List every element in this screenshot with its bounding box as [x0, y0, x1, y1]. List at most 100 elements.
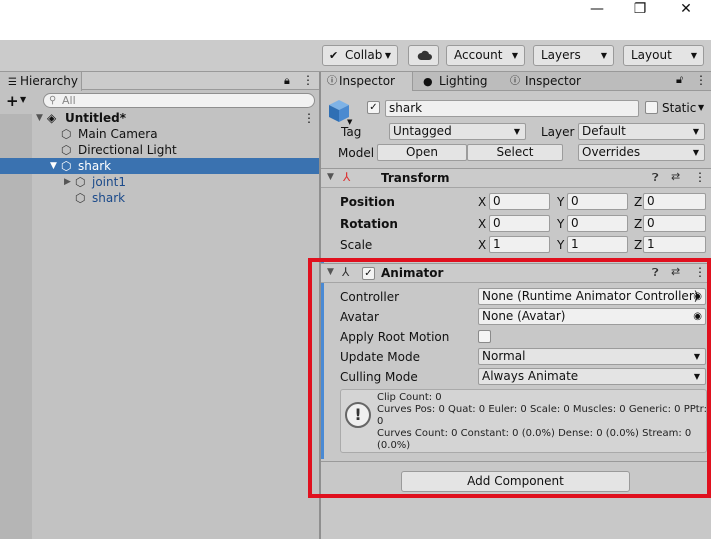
- axis-y-label[interactable]: Y: [557, 237, 564, 253]
- item-label: shark: [78, 159, 112, 173]
- position-z-field[interactable]: 0: [643, 193, 706, 210]
- close-icon[interactable]: ✕: [663, 0, 709, 20]
- more-menu-icon[interactable]: ⋮: [302, 73, 314, 87]
- preset-icon[interactable]: ⇄: [671, 170, 680, 183]
- collapse-arrow-icon[interactable]: ▶: [64, 174, 71, 190]
- rotation-label: Rotation: [340, 217, 398, 231]
- hierarchy-search-input[interactable]: ⚲ All: [43, 93, 315, 108]
- restore-icon[interactable]: ❐: [617, 0, 663, 20]
- axis-x-label[interactable]: X: [478, 194, 486, 210]
- rotation-y-field[interactable]: 0: [567, 215, 628, 232]
- position-x-field[interactable]: 0: [489, 193, 550, 210]
- tab-label: Inspector: [339, 74, 395, 88]
- list-item[interactable]: ⬡ Main Camera: [0, 126, 319, 142]
- expand-arrow-icon[interactable]: ▼: [50, 158, 57, 174]
- scene-name: Untitled*: [65, 111, 126, 125]
- chevron-down-icon: ▼: [600, 51, 607, 60]
- list-item-selected[interactable]: ▼ ⬡ shark: [0, 158, 319, 174]
- scene-menu-icon[interactable]: ⋮: [303, 110, 315, 126]
- more-menu-icon[interactable]: ⋮: [695, 73, 707, 87]
- axis-z-label[interactable]: Z: [634, 237, 642, 253]
- cloud-button[interactable]: [408, 45, 439, 66]
- item-label: joint1: [92, 175, 126, 189]
- tag-label: Tag: [341, 125, 362, 139]
- model-label: Model: [338, 146, 375, 160]
- axis-x-label[interactable]: X: [478, 237, 486, 253]
- scale-x-field[interactable]: 1: [489, 236, 550, 253]
- axis-y-label[interactable]: Y: [557, 194, 564, 210]
- inspector-tab-bar: ⓘ Inspector ● Lighting ⓘ Inspector 🔓︎ ⋮: [321, 72, 711, 91]
- account-label: Account: [454, 48, 503, 62]
- tab-lighting[interactable]: ● Lighting: [421, 72, 511, 91]
- tag-value: Untagged: [393, 124, 452, 138]
- expand-arrow-icon[interactable]: ▼: [327, 172, 334, 182]
- rotation-z-field[interactable]: 0: [643, 215, 706, 232]
- axis-z-label[interactable]: Z: [634, 194, 642, 210]
- lock-icon[interactable]: 🔓︎: [676, 73, 683, 87]
- chevron-down-icon: ▼: [692, 148, 699, 157]
- tab-hierarchy[interactable]: ☰ Hierarchy: [0, 72, 82, 91]
- item-label: Directional Light: [78, 143, 177, 157]
- layout-dropdown[interactable]: Layout ▼: [623, 45, 704, 66]
- tab-inspector[interactable]: ⓘ Inspector: [321, 72, 413, 91]
- tab-inspector-2[interactable]: ⓘ Inspector: [507, 72, 597, 91]
- position-y-field[interactable]: 0: [567, 193, 628, 210]
- chevron-down-icon[interactable]: ▼: [20, 95, 26, 104]
- tab-label: Inspector: [525, 74, 581, 88]
- static-label[interactable]: Static: [662, 100, 696, 116]
- scene-row[interactable]: ▼ ◈ Untitled* ⋮: [0, 110, 319, 126]
- expand-arrow-icon[interactable]: ▼: [36, 110, 43, 126]
- axis-z-label[interactable]: Z: [634, 216, 642, 232]
- layer-dropdown[interactable]: Default ▼: [578, 123, 705, 140]
- item-label: shark: [92, 191, 126, 205]
- select-button[interactable]: Select: [467, 144, 563, 161]
- collab-button[interactable]: ✔ Collab ▼: [322, 45, 398, 66]
- scale-label: Scale: [340, 238, 373, 252]
- prefab-icon: ⬡: [61, 159, 72, 173]
- tab-label: Lighting: [439, 74, 488, 88]
- layer-label: Layer: [541, 125, 575, 139]
- add-button[interactable]: +: [6, 92, 19, 110]
- active-checkbox[interactable]: ✓: [367, 101, 380, 114]
- collab-label: Collab: [345, 48, 383, 62]
- transform-title: Transform: [381, 171, 450, 185]
- object-name-field[interactable]: shark: [385, 100, 639, 117]
- list-item[interactable]: ⬡ Directional Light: [0, 142, 319, 158]
- search-placeholder: All: [62, 94, 76, 107]
- chevron-down-icon: ▼: [692, 127, 699, 136]
- component-menu-icon[interactable]: ⋮: [694, 170, 706, 184]
- layers-label: Layers: [541, 48, 581, 62]
- chevron-down-icon: ▼: [690, 51, 697, 60]
- chevron-down-icon: ▼: [511, 51, 518, 60]
- rotation-x-field[interactable]: 0: [489, 215, 550, 232]
- account-dropdown[interactable]: Account ▼: [446, 45, 525, 66]
- chevron-down-icon[interactable]: ▼: [698, 103, 704, 112]
- gameobject-icon: ⬡: [61, 143, 72, 157]
- toolbar: ✔ Collab ▼ Account ▼ Layers ▼ Layout ▼: [0, 40, 711, 72]
- overrides-label: Overrides: [582, 145, 641, 159]
- overrides-dropdown[interactable]: Overrides ▼: [578, 144, 705, 161]
- scale-z-field[interactable]: 1: [643, 236, 706, 253]
- scale-y-field[interactable]: 1: [567, 236, 628, 253]
- axis-y-label[interactable]: Y: [557, 216, 564, 232]
- open-button[interactable]: Open: [377, 144, 467, 161]
- item-label: Main Camera: [78, 127, 158, 141]
- transform-header[interactable]: ▼ ⅄ Transform ❓︎ ⇄ ⋮: [321, 168, 711, 188]
- tag-dropdown[interactable]: Untagged ▼: [389, 123, 526, 140]
- cloud-icon: [417, 50, 432, 60]
- unity-scene-icon: ◈: [47, 111, 57, 125]
- lock-icon[interactable]: 🔒︎: [284, 74, 290, 88]
- help-icon[interactable]: ❓︎: [652, 171, 659, 185]
- layers-dropdown[interactable]: Layers ▼: [533, 45, 614, 66]
- static-checkbox[interactable]: [645, 101, 658, 114]
- list-item[interactable]: ⬡ shark: [0, 190, 319, 206]
- minimize-icon[interactable]: —: [574, 0, 620, 20]
- chevron-down-icon: ▼: [513, 127, 520, 136]
- list-item[interactable]: ▶ ⬡ joint1: [0, 174, 319, 190]
- gameobject-icon: ⬡: [75, 191, 86, 205]
- info-icon: ⓘ: [327, 76, 337, 87]
- gameobject-icon: ⬡: [61, 127, 72, 141]
- search-icon: ⚲: [49, 95, 57, 106]
- hierarchy-panel: ☰ Hierarchy 🔒︎ ⋮ + ▼ ⚲ All ▼ ◈ Untitled* …: [0, 72, 319, 539]
- axis-x-label[interactable]: X: [478, 216, 486, 232]
